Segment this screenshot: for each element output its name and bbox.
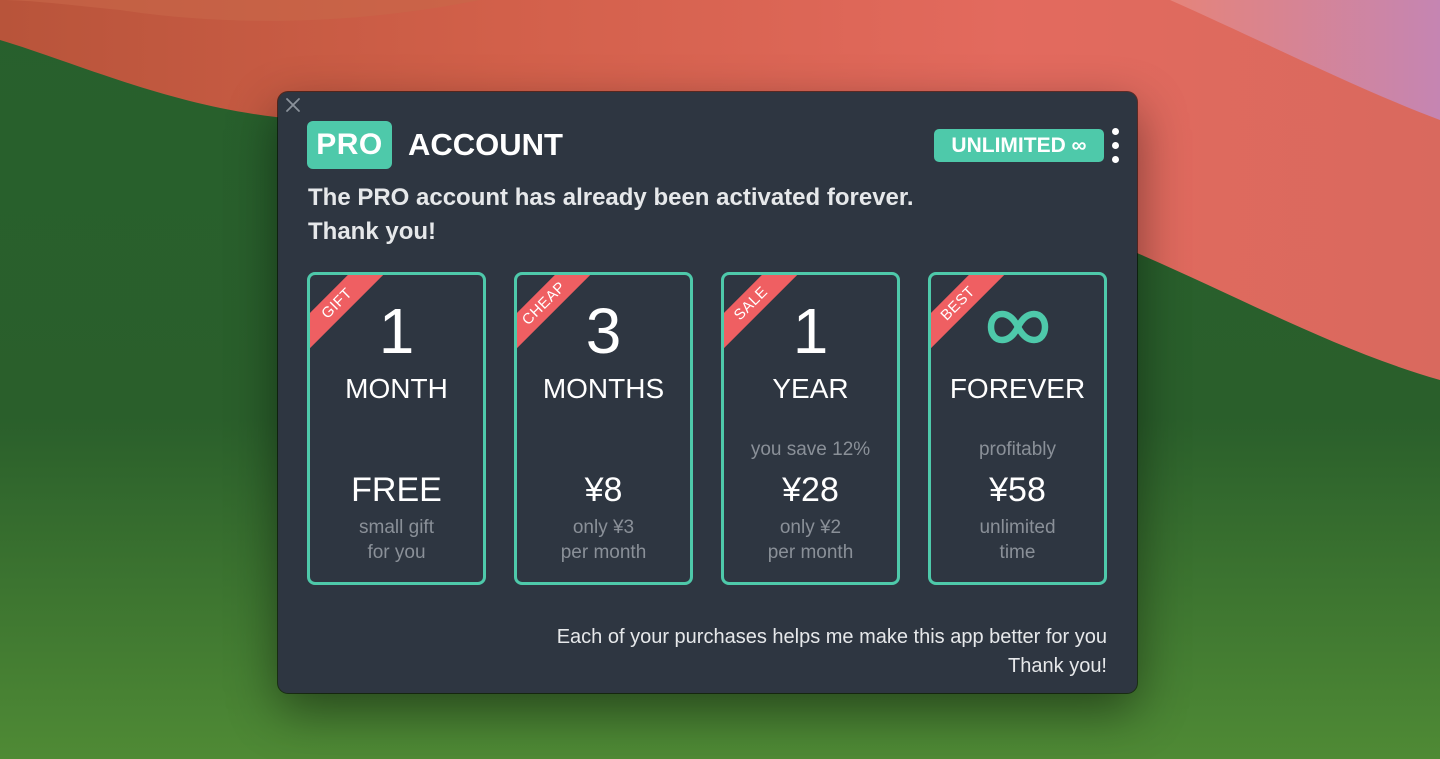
plan-amount: 1: [378, 295, 415, 367]
more-menu-icon[interactable]: [1109, 128, 1123, 164]
plan-period: MONTH: [345, 373, 448, 404]
plan-subtext-line: for you: [367, 542, 426, 563]
plan-note: profitably: [978, 439, 1057, 460]
plan-subtext-line: time: [999, 542, 1036, 563]
plan-subtext-line: only ¥3: [572, 517, 635, 538]
activation-message: The PRO account has already been activat…: [308, 181, 1068, 249]
plan-card-forever[interactable]: BEST FOREVER profitably ¥58 unlimited ti…: [928, 272, 1107, 585]
plan-subtext-line: unlimited: [979, 517, 1056, 538]
plan-price: ¥28: [782, 471, 839, 509]
desktop: PRO ACCOUNT UNLIMITED ∞ The PRO account …: [0, 0, 1440, 759]
plan-amount: 1: [792, 295, 829, 367]
plan-period: FOREVER: [949, 373, 1086, 404]
unlimited-status-badge: UNLIMITED ∞: [934, 129, 1104, 162]
pro-account-window: PRO ACCOUNT UNLIMITED ∞ The PRO account …: [278, 92, 1137, 693]
plan-subtext-line: per month: [560, 542, 647, 563]
infinity-icon: [931, 309, 1104, 353]
plan-subtext-line: small gift: [359, 517, 434, 538]
plan-price: FREE: [351, 471, 442, 509]
close-icon[interactable]: [284, 96, 302, 114]
pro-badge: PRO: [307, 121, 392, 169]
plan-card-3-months[interactable]: CHEAP 3 MONTHS ¥8 only ¥3 per month: [514, 272, 693, 585]
plan-card-1-year[interactable]: SALE 1 YEAR you save 12% ¥28 only ¥2 per…: [721, 272, 900, 585]
plan-cards: GIFT 1 MONTH FREE small gift for you CHE…: [307, 272, 1109, 585]
plan-subtext-line: per month: [767, 542, 854, 563]
plan-note: you save 12%: [750, 439, 871, 460]
plan-period: YEAR: [772, 373, 849, 404]
footer-message: Each of your purchases helps me make thi…: [557, 623, 1107, 681]
plan-period: MONTHS: [542, 373, 665, 404]
footer-message-line: Each of your purchases helps me make thi…: [556, 626, 1107, 648]
activation-message-line: The PRO account has already been activat…: [308, 184, 914, 211]
plan-subtext: small gift for you: [310, 515, 483, 565]
plan-subtext: only ¥2 per month: [724, 515, 897, 565]
plan-subtext: unlimited time: [931, 515, 1104, 565]
activation-message-thanks: Thank you!: [308, 218, 437, 245]
plan-price: ¥58: [989, 471, 1046, 509]
plan-card-1-month[interactable]: GIFT 1 MONTH FREE small gift for you: [307, 272, 486, 585]
window-title: ACCOUNT: [408, 127, 563, 162]
plan-amount: 3: [585, 295, 622, 367]
footer-thanks: Thank you!: [1008, 655, 1107, 677]
plan-price: ¥8: [584, 471, 623, 509]
plan-subtext-line: only ¥2: [779, 517, 842, 538]
plan-subtext: only ¥3 per month: [517, 515, 690, 565]
